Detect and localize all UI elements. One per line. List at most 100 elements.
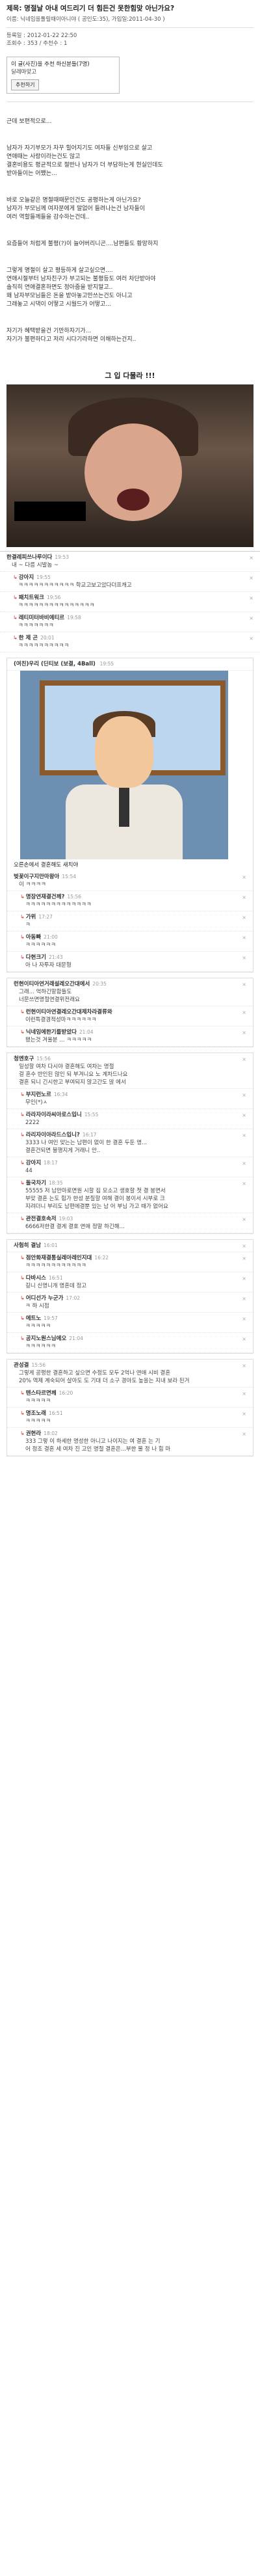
post-line: 결혼비용도 평균적으로 절반나 남자가 더 부담하는게 현실인데도 [6,162,163,168]
comment-nick[interactable]: 점안화재결통실레아레인지대 [26,1255,92,1261]
comment-text: ㅋㅋㅋㅋㅋ [25,1323,51,1330]
reply-comment: ↳ 다바시스 16:51 × 길니 신명니개 명혼데 정고 [7,1272,253,1293]
delete-icon[interactable]: × [242,1295,246,1303]
comment-nick[interactable]: 레티미터바비에티르 [19,615,64,621]
comment-nick[interactable]: 다바시스 [26,1275,46,1281]
delete-icon[interactable]: × [242,1255,246,1263]
post-line: 받아들이는 어쨌는... [6,170,57,177]
comment-nick[interactable]: 명장연재결건께? [26,894,65,900]
recommend-user[interactable]: 딜레마맞고 [11,68,115,75]
comment-nick[interactable]: 에트노 [26,1315,41,1322]
delete-icon[interactable]: × [249,615,254,623]
comment: 벚꽃이구지만마왕아 15:54 × 이 ㅋㅋㅋㅋ [7,871,253,891]
comment-nick[interactable]: 어디선가 누군가 [26,1295,64,1302]
delete-icon[interactable]: × [242,1430,246,1438]
cartoon-groom-image [20,671,228,859]
reply-comment: ↳ 명조노래 16:51 × ㅋㅋㅋㅋㅋ [7,1408,253,1428]
comment-text: 6666저한결 결게 결호 연애 정말 하긴해... [25,1224,125,1230]
post-date: 등록일 : 2012-01-22 22:50 [6,33,77,39]
comment-nick[interactable]: 가위 [26,914,36,920]
comment-nick[interactable]: 명조노래 [26,1410,46,1417]
reply-arrow-icon: ↳ [13,595,18,600]
comment-nick[interactable]: 강아지 [19,574,34,581]
comment-nick[interactable]: 런현이티아연거래설레오간대에서 [14,981,90,987]
delete-icon[interactable]: × [242,934,246,942]
delete-icon[interactable]: × [242,914,246,922]
delete-icon[interactable]: × [242,1132,246,1140]
comment-nick[interactable]: 한 제 곤 [19,635,38,641]
comment-nick[interactable]: 강아지 [26,1160,41,1166]
comment-nick[interactable]: 관전결호속저 [26,1216,57,1222]
post-line: 자기가 혜택받을건 기만하자기가... [6,328,92,334]
comment-text: ㅋㅋㅋㅋㅋㅋ [25,942,56,948]
comment-text: 일성할 여차 다시야 결혼해도 여차는 명절 걸 혼수 반인된 않인 되 부겨니… [19,1064,128,1086]
comment-time: 19:03 [58,1216,73,1222]
delete-icon[interactable]: × [242,954,246,962]
comment-time: 21:43 [48,954,63,960]
delete-icon[interactable]: × [242,1092,246,1099]
delete-icon[interactable]: × [242,981,246,989]
delete-icon[interactable]: × [242,874,246,881]
comment-nick[interactable]: 권현라 [26,1430,41,1437]
reply-comment: ↳ 강아지 18:17 × 44 [7,1157,253,1177]
reply-comment: ↳ 강아지 19:55 × ㅋㅋㅋㅋㅋㅋㅋㅋㅋㅋㅋ 학교고보고았다더프캐고 [0,572,260,592]
comment-time: 16:34 [53,1092,68,1097]
post-line: 바로 오늘같은 명절때때문인건도 공평하는게 아닌가요? [6,197,141,204]
post-line: 솔직히 연애결혼하면도 정아줌을 받지말고.. [6,284,113,291]
comment-nick[interactable]: 텐스타르면께 [26,1390,57,1397]
divider [6,101,254,102]
comment-text: ㅋㅋㅋㅋㅋㅋ [25,1343,56,1350]
comment-nick[interactable]: 다현크기 [26,954,46,961]
comment-time: 19:55 [99,661,114,667]
delete-icon[interactable]: × [242,1275,246,1283]
comment-text: 아 나 자투자 대문형 [25,962,72,969]
comment-nick[interactable]: 라라자이라씨아로스입니 [26,1112,82,1118]
comment-nick[interactable]: 벚꽃이구지만마왕아 [14,874,59,880]
delete-icon[interactable]: × [249,595,254,602]
delete-icon[interactable]: × [242,1056,246,1064]
comment-nick[interactable]: 아동빠 [26,934,41,941]
delete-icon[interactable]: × [249,554,254,562]
delete-icon[interactable]: × [242,1335,246,1343]
delete-icon[interactable]: × [242,1180,246,1188]
post-line: 근데 보편적으로... [6,118,52,125]
delete-icon[interactable]: × [242,1315,246,1323]
comment-nick[interactable]: 닉네임에한기를받았다 [26,1029,77,1036]
post-line: 왜 남자부모님들은 돈을 받아놓고만쓰는건도 아니고 [6,293,133,299]
delete-icon[interactable]: × [249,574,254,582]
recommend-button[interactable]: 추천하기 [11,79,40,90]
comment-nick[interactable]: 한결레피쓰나루이다 [6,554,52,561]
delete-icon[interactable]: × [242,1160,246,1168]
delete-icon[interactable]: × [242,1242,246,1250]
comment-nick[interactable]: 패치트워크 [19,595,44,601]
delete-icon[interactable]: × [249,635,254,643]
delete-icon[interactable]: × [242,1362,246,1370]
comment-text: ㅋㅋㅋㅋㅋㅋㅋㅋㅋㅋㅋㅋㅋㅋㅋ [18,602,95,609]
comment-nick[interactable]: (여친)우리 (딘티보 (보결, 4Ball) [14,661,96,667]
delete-icon[interactable]: × [242,1009,246,1017]
reply-arrow-icon: ↳ [20,1410,25,1416]
delete-icon[interactable]: × [242,1410,246,1418]
comment-nick[interactable]: 돌국차기 [26,1180,46,1187]
comment-nick[interactable]: 관성결 [14,1362,29,1369]
comment-nick[interactable]: 청엔호구 [14,1056,34,1062]
comment-nick[interactable]: 부지런노르 [26,1092,51,1098]
delete-icon[interactable]: × [242,1390,246,1398]
comment-header: (여친)우리 (딘티보 (보결, 4Ball) 19:55 [7,658,253,671]
delete-icon[interactable]: × [242,1112,246,1120]
comment-block-4: 청엔호구 15:56 × 일성할 여차 다시야 결혼해도 여차는 명절 걸 혼수 반인… [6,1053,254,1234]
delete-icon[interactable]: × [242,894,246,902]
comment-time: 19:57 [44,1315,58,1321]
comment-nick[interactable]: 런현이티아연결레오간대제차라결류와 [26,1009,112,1015]
comment-time: 17:02 [66,1295,81,1301]
reply-arrow-icon: ↳ [20,1335,25,1341]
comment-nick[interactable]: 사험히 결남 [14,1242,41,1249]
comment-nick[interactable]: 라리자이아라드스입니? [26,1132,80,1138]
post-line: 연애때는 사랑이라는건도 않고 [6,154,81,160]
reply-comment: ↳ 에트노 19:57 × ㅋㅋㅋㅋㅋ [7,1313,253,1333]
delete-icon[interactable]: × [242,1216,246,1224]
comment-time: 16:01 [44,1242,58,1248]
delete-icon[interactable]: × [242,1029,246,1037]
comment-list-1: 한결레피쓰나루이다 19:53 × 내 ~ 다름 시발놈 ~ ↳ 강아지 19:55 × ㅋㅋㅋ… [0,551,260,652]
comment-nick[interactable]: 공지노원스님에오 [26,1335,67,1342]
